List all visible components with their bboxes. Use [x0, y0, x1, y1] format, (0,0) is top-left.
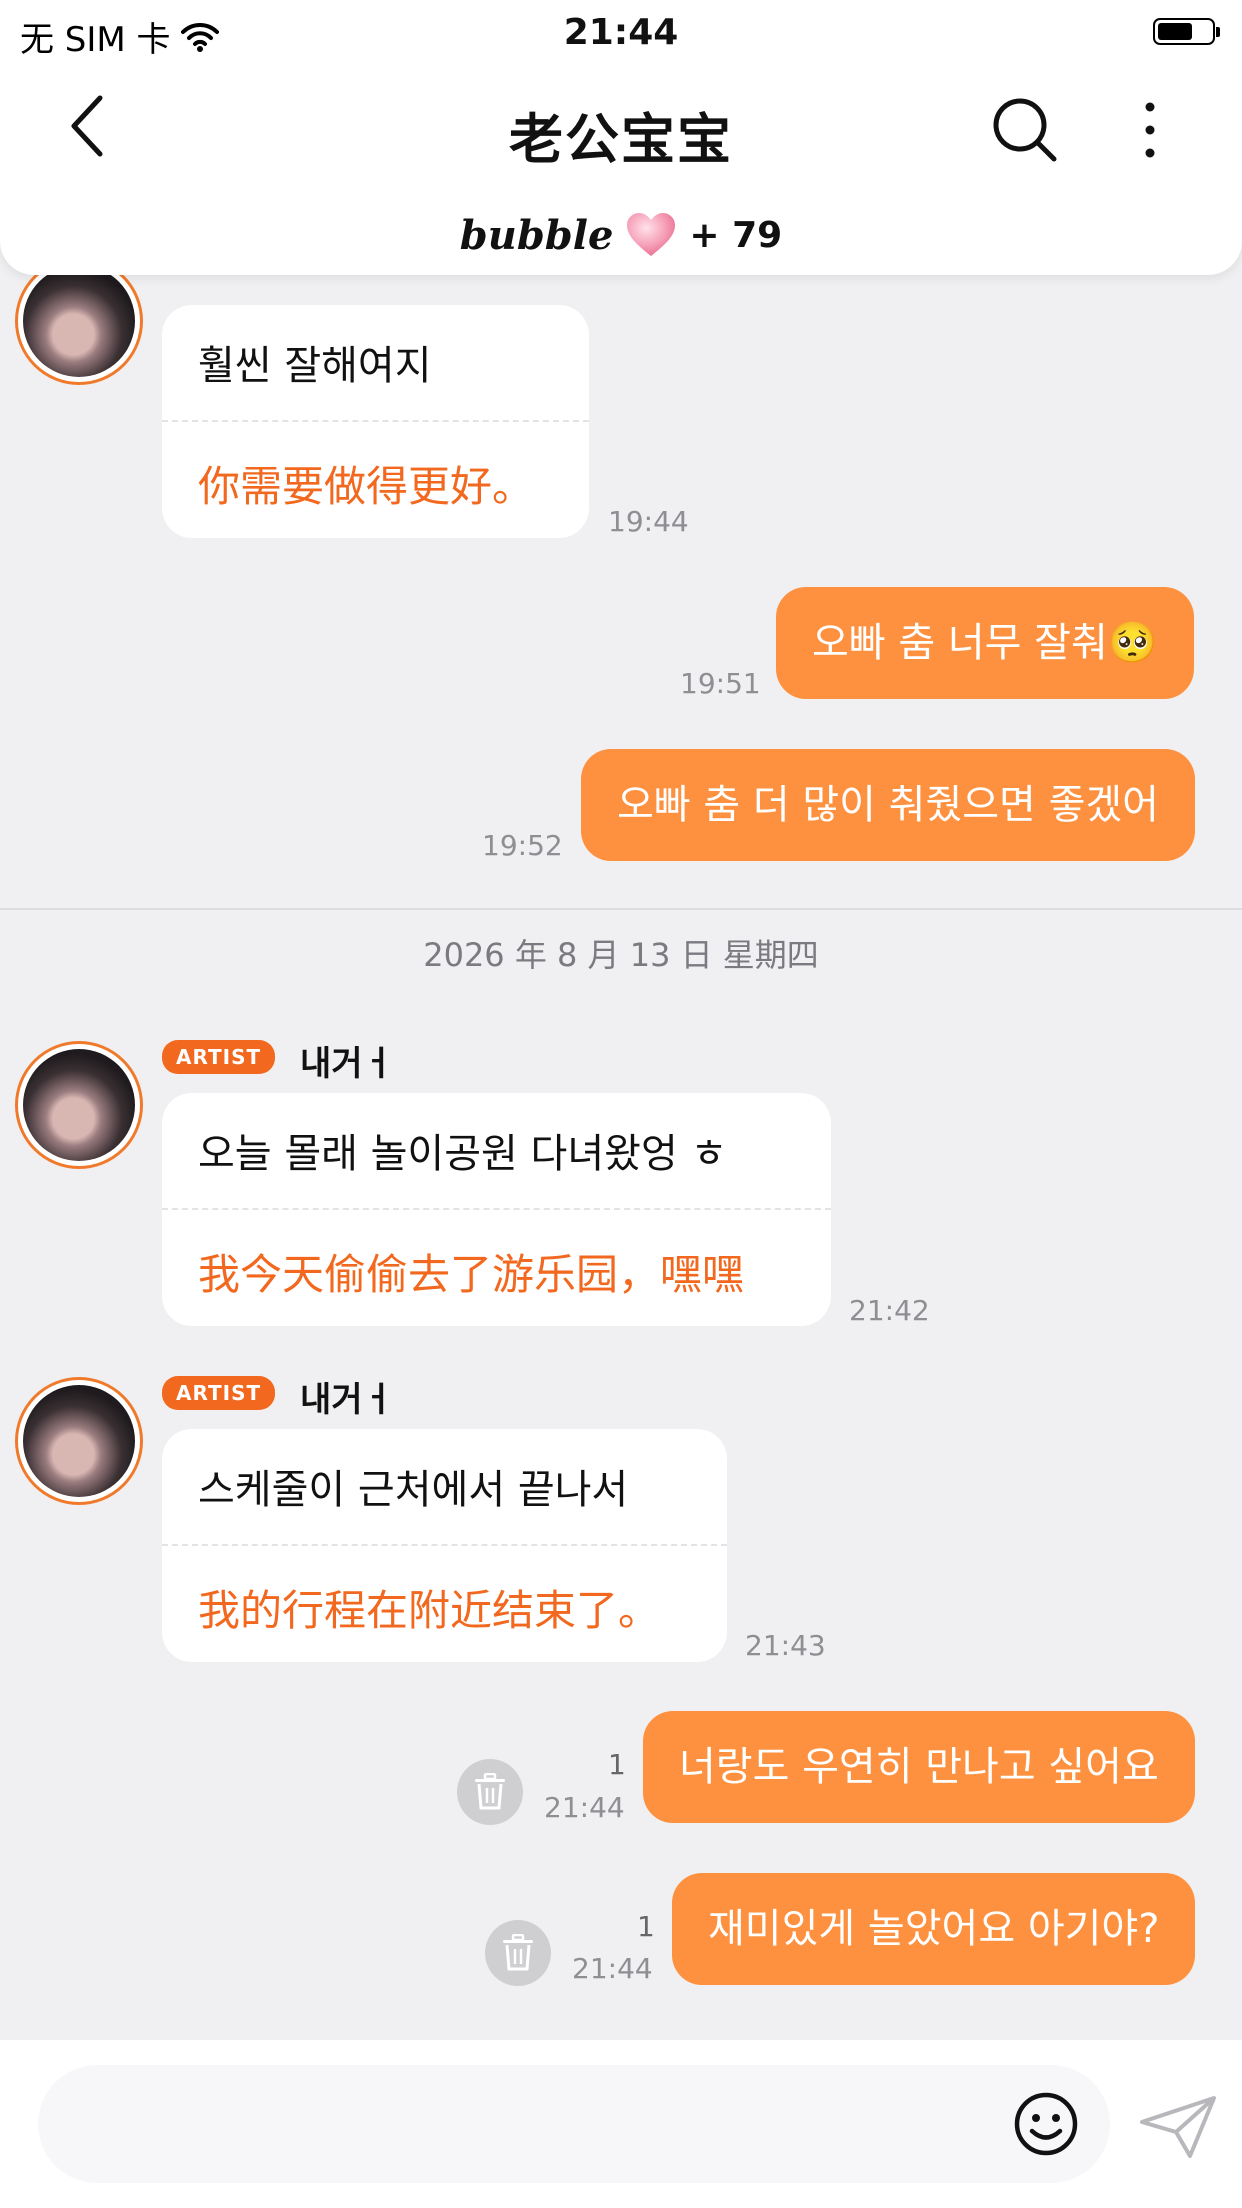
emoji-button[interactable]: [1012, 2090, 1080, 2158]
sender-name: 내거ㅓ: [300, 1044, 394, 1084]
send-icon: [1140, 2096, 1216, 2158]
message-korean: 스케줄이 근처에서 끝나서: [198, 1467, 629, 1513]
search-button[interactable]: [990, 95, 1060, 165]
sender-name: 내거ㅓ: [300, 1380, 394, 1420]
send-button[interactable]: [1138, 2092, 1218, 2162]
message-bubble[interactable]: 오늘 몰래 놀이공원 다녀왔엉 ㅎ 我今天偷偷去了游乐园，嘿嘿: [162, 1093, 831, 1326]
bubble-brand: bubble: [459, 211, 614, 259]
message-bubble-outgoing[interactable]: 너랑도 우연히 만나고 싶어요: [643, 1711, 1195, 1823]
translation-divider: [162, 1544, 727, 1546]
avatar[interactable]: [15, 1377, 143, 1505]
bubble-subscription: bubble + 79: [0, 205, 1242, 265]
message-time: 21:44: [544, 1791, 625, 1824]
message-bubble-outgoing[interactable]: 오빠 춤 너무 잘춰🥺: [776, 587, 1194, 699]
message-bubble[interactable]: 훨씬 잘해여지 你需要做得更好。: [162, 305, 589, 538]
status-time: 21:44: [563, 12, 679, 53]
message-translation: 你需要做得更好。: [198, 462, 535, 511]
more-button[interactable]: [1125, 95, 1175, 165]
delete-button[interactable]: [457, 1759, 523, 1825]
bubble-count: + 79: [689, 214, 783, 256]
message-time: 19:44: [608, 505, 689, 538]
artist-badge: ARTIST: [162, 1040, 276, 1074]
message-time: 21:44: [572, 1952, 653, 1985]
artist-badge: ARTIST: [162, 1376, 276, 1410]
message-translation: 我的行程在附近结束了。: [198, 1586, 661, 1635]
date-divider-line: [0, 908, 1242, 910]
message-input[interactable]: [38, 2065, 1110, 2183]
message-time: 19:52: [482, 829, 563, 862]
battery-icon: [1153, 18, 1220, 45]
unread-count: 1: [637, 1910, 655, 1943]
translation-divider: [162, 420, 589, 422]
trash-icon: [475, 1773, 505, 1810]
date-separator: 2026 年 8 月 13 日 星期四: [423, 936, 819, 974]
avatar[interactable]: [15, 257, 143, 385]
message-korean: 훨씬 잘해여지: [198, 343, 432, 389]
heart-icon: [627, 213, 676, 256]
message-bubble[interactable]: 스케줄이 근처에서 끝나서 我的行程在附近结束了。: [162, 1429, 727, 1662]
trash-icon: [503, 1934, 533, 1971]
chat-header: 无 SIM 卡 21:44 老公宝宝 bubble + 79: [0, 0, 1242, 275]
message-bubble-outgoing[interactable]: 재미있게 놀았어요 아기야?: [672, 1873, 1196, 1985]
message-korean: 오늘 몰래 놀이공원 다녀왔엉 ㅎ: [198, 1131, 728, 1177]
message-time: 21:42: [849, 1294, 930, 1327]
more-icon: [1145, 102, 1155, 158]
avatar[interactable]: [15, 1041, 143, 1169]
message-bubble-outgoing[interactable]: 오빠 춤 더 많이 춰줬으면 좋겠어: [581, 749, 1195, 861]
message-time: 21:43: [745, 1629, 826, 1662]
message-time: 19:51: [680, 667, 761, 700]
search-icon: [993, 98, 1057, 162]
emoji-icon: [1014, 2092, 1078, 2156]
message-translation: 我今天偷偷去了游乐园，嘿嘿: [198, 1250, 745, 1299]
delete-button[interactable]: [485, 1920, 551, 1986]
translation-divider: [162, 1208, 831, 1210]
unread-count: 1: [608, 1748, 626, 1781]
